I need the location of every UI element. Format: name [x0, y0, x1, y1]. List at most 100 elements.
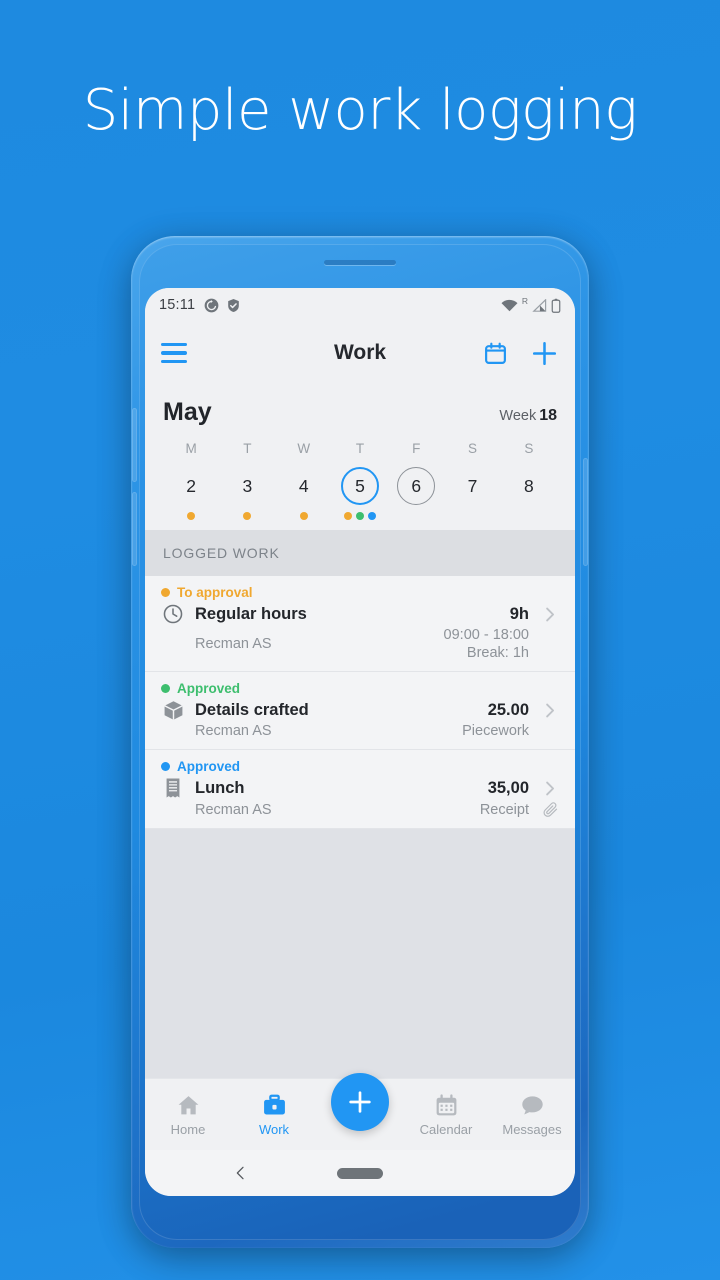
calendar-day-number: 6	[397, 467, 436, 505]
calendar-dow-label: T	[243, 441, 252, 456]
sync-icon	[204, 298, 219, 312]
phone-frame: 15:11 R Work May Week 18 M 2 T 3 W 4 T 5…	[131, 236, 589, 1248]
hamburger-menu-icon[interactable]	[161, 343, 187, 363]
calendar-dow-label: S	[524, 441, 534, 456]
clock-icon	[163, 604, 183, 624]
power-button[interactable]	[583, 458, 588, 566]
entry-detail-primary: Receipt	[479, 801, 529, 818]
entry-status: Approved	[161, 681, 559, 696]
chevron-right-icon	[546, 781, 555, 795]
calendar-day-2[interactable]: M2	[163, 441, 219, 520]
calendar-dot	[367, 512, 376, 520]
calendar-day-number: 8	[523, 475, 534, 496]
calendar-icon	[436, 1093, 456, 1115]
calendar-icon[interactable]	[483, 341, 508, 366]
entry-company: Recman AS	[195, 636, 272, 652]
entry-amount: 9h	[509, 604, 529, 623]
entry-chevron[interactable]	[537, 779, 559, 798]
section-header-logged-work: LOGGED WORK	[145, 530, 575, 576]
entry-status-label: Approved	[177, 759, 241, 774]
earpiece-speaker	[324, 260, 396, 265]
calendar-day-number: 5	[340, 467, 379, 505]
calendar-day-number: 2	[186, 475, 196, 496]
status-dot	[161, 762, 170, 771]
calendar-dot	[355, 512, 364, 520]
home-pill-handle[interactable]	[337, 1167, 383, 1179]
bottom-navigation: Home Work Calendar Messages	[145, 1073, 575, 1150]
calendar-day-number: 4	[298, 475, 309, 496]
page-headline: Simple work logging	[82, 78, 638, 143]
add-entry-fab[interactable]	[331, 1073, 389, 1131]
calendar-day-dots	[243, 512, 252, 520]
calendar-dow-label: S	[468, 441, 478, 456]
entry-type-icon	[161, 776, 185, 800]
entry-company: Recman AS	[195, 723, 272, 739]
calendar-day-7[interactable]: S7	[444, 441, 500, 520]
entry-details: 09:00 - 18:00 Break: 1h	[444, 627, 529, 661]
briefcase-icon	[263, 1094, 285, 1114]
signal-icon	[532, 298, 547, 312]
plus-icon[interactable]	[530, 339, 559, 368]
calendar-dow-label: M	[185, 441, 197, 456]
calendar-dow-label: F	[412, 441, 421, 456]
calendar-day-number: 7	[467, 475, 478, 496]
calendar-day-5[interactable]: T5	[332, 441, 388, 520]
calendar-dot	[243, 512, 252, 520]
chevron-right-icon	[546, 703, 555, 717]
back-chevron-icon[interactable]	[233, 1165, 249, 1181]
logged-work-row[interactable]: Approved Details crafted 25.00 Recman AS Pie…	[145, 672, 575, 750]
phone-screen: 15:11 R Work May Week 18 M 2 T 3 W 4 T 5…	[145, 288, 575, 1196]
week-label-text: Week	[499, 408, 537, 424]
entry-title: Regular hours	[195, 604, 307, 623]
box-icon	[163, 700, 183, 720]
nav-item-calendar[interactable]: Calendar	[403, 1093, 489, 1137]
entry-status: Approved	[161, 759, 559, 774]
calendar-month: May	[163, 398, 212, 426]
volume-down-button[interactable]	[132, 492, 137, 566]
chat-bubble-icon	[521, 1095, 543, 1114]
nav-item-messages[interactable]: Messages	[489, 1093, 575, 1137]
calendar-dow-label: T	[355, 441, 365, 456]
android-system-nav	[145, 1150, 575, 1196]
calendar-dot	[187, 512, 196, 520]
calendar-day-4[interactable]: W4	[276, 441, 332, 520]
logged-work-row[interactable]: Approved Lunch 35,00 Recman AS Receipt	[145, 750, 575, 829]
entry-details: Receipt	[480, 802, 529, 818]
shield-check-icon	[228, 298, 240, 312]
logged-work-list: To approval Regular hours 9h Recman AS 09:00…	[145, 576, 575, 829]
calendar-day-3[interactable]: T3	[219, 441, 275, 520]
entry-detail-secondary: Break: 1h	[466, 645, 529, 661]
entry-type-icon	[161, 698, 185, 722]
nav-label-calendar: Calendar	[419, 1121, 473, 1137]
entry-chevron[interactable]	[537, 605, 559, 624]
app-bar: Work	[145, 322, 575, 384]
status-bar-time: 15:11	[159, 297, 196, 313]
volume-up-button[interactable]	[132, 408, 137, 482]
entry-status-label: Approved	[177, 681, 241, 696]
status-bar: 15:11 R	[145, 288, 575, 322]
calendar-strip: May Week 18 M2T3W4T5F6S7S8	[145, 384, 575, 530]
nav-item-home[interactable]: Home	[145, 1093, 231, 1137]
logged-work-row[interactable]: To approval Regular hours 9h Recman AS 09:00…	[145, 576, 575, 672]
paperclip-icon[interactable]	[542, 801, 559, 818]
entry-details: Piecework	[462, 723, 529, 739]
entry-status: To approval	[161, 585, 559, 600]
calendar-day-6[interactable]: F6	[388, 441, 444, 520]
entry-type-icon	[161, 602, 185, 626]
status-dot	[161, 684, 170, 693]
nav-label-home: Home	[170, 1121, 206, 1137]
wifi-icon	[501, 299, 518, 311]
nav-label-messages: Messages	[502, 1121, 562, 1137]
calendar-week: Week 18	[499, 407, 557, 425]
battery-icon	[551, 298, 561, 313]
plus-icon	[349, 1091, 371, 1113]
entry-title: Details crafted	[195, 700, 309, 719]
calendar-day-dots	[187, 512, 196, 520]
entry-amount: 25.00	[487, 700, 529, 719]
calendar-day-8[interactable]: S8	[501, 441, 557, 520]
entry-chevron[interactable]	[537, 701, 559, 720]
calendar-day-dots	[343, 512, 376, 520]
nav-item-work[interactable]: Work	[231, 1093, 317, 1137]
calendar-day-grid: M2T3W4T5F6S7S8	[163, 441, 557, 520]
nav-label-work: Work	[258, 1121, 290, 1137]
